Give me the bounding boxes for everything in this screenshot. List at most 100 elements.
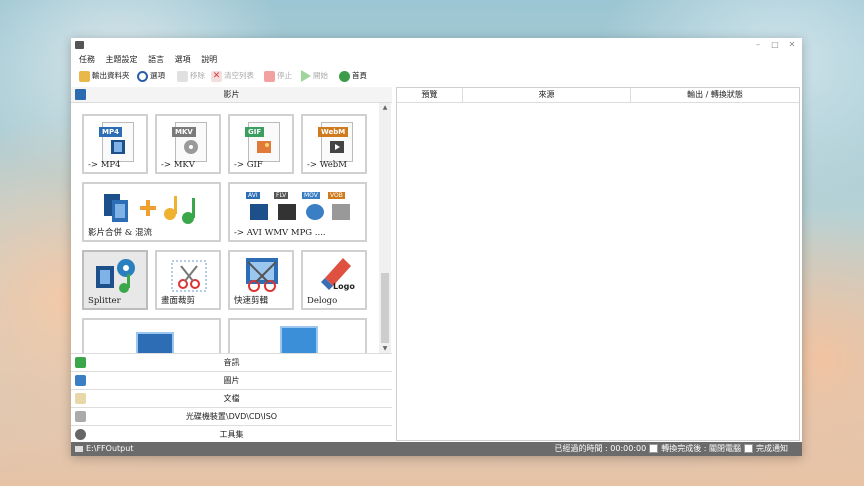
clear-icon: ✕	[211, 70, 222, 82]
toolbar: 輸出資料夾 選項 移除 ✕ 清空列表 停止 開始 首頁	[71, 68, 802, 84]
tile-to-mp4[interactable]: MP4 -> MP4	[82, 114, 148, 174]
remove-button[interactable]: 移除	[177, 68, 205, 84]
document-icon	[75, 393, 86, 404]
folder-small-icon	[75, 445, 83, 452]
delogo-logo-text: Logo	[333, 282, 355, 291]
stop-icon	[264, 70, 275, 82]
webm-file-icon: WebM	[318, 122, 353, 162]
output-path[interactable]: E:\FFOutput	[75, 442, 133, 456]
title-bar: – □ ✕	[71, 38, 802, 52]
category-disc[interactable]: 光碟機裝置\DVD\CD\ISO	[71, 407, 392, 425]
tile-to-webm[interactable]: WebM -> WebM	[301, 114, 367, 174]
crop-icon	[171, 260, 207, 292]
stop-label: 停止	[277, 71, 292, 80]
maximize-button[interactable]: □	[768, 39, 782, 51]
tile-crop[interactable]: 畫面裁剪	[155, 250, 221, 310]
menu-bar: 任務 主題設定 語言 選項 說明	[71, 54, 217, 66]
video-tools-grid: MP4 -> MP4 MKV -> MKV GIF -> GIF WebM ->…	[71, 103, 378, 354]
start-label: 開始	[313, 71, 328, 80]
menu-theme[interactable]: 主題設定	[106, 54, 138, 65]
mp4-file-icon: MP4	[99, 122, 134, 162]
output-folder-label: 輸出資料夾	[92, 71, 130, 80]
video-screen-icon	[136, 332, 174, 354]
notify-label: 完成通知	[756, 444, 788, 453]
scroll-thumb[interactable]	[381, 273, 389, 343]
gif-file-icon: GIF	[245, 122, 280, 162]
tile-to-multi-format[interactable]: AVI FLV MOV VOB -> AVI WMV MPG ....	[228, 182, 367, 242]
tile-label: 影片合併 & 混流	[88, 228, 152, 238]
scroll-up-arrow-icon[interactable]: ▲	[379, 103, 391, 113]
picture-icon	[75, 375, 86, 386]
video-icon	[75, 89, 86, 100]
output-folder-button[interactable]: 輸出資料夾	[79, 68, 130, 84]
menu-help[interactable]: 說明	[201, 54, 217, 65]
webm-tag: WebM	[318, 127, 349, 137]
tile-quick-cut[interactable]: 快速剪輯	[228, 250, 294, 310]
video-play-icon	[280, 326, 318, 354]
remove-label: 移除	[190, 71, 205, 80]
output-path-text: E:\FFOutput	[86, 444, 134, 453]
home-button[interactable]: 首頁	[339, 68, 367, 84]
task-list-header: 預覽 來源 輸出 / 轉換狀態	[397, 88, 799, 103]
vob-tag: VOB	[328, 192, 345, 199]
tile-label: -> WebM	[307, 160, 347, 170]
stop-button[interactable]: 停止	[264, 68, 292, 84]
home-label: 首頁	[352, 71, 367, 80]
after-done-checkbox[interactable]	[649, 444, 659, 453]
mp4-tag: MP4	[99, 127, 122, 137]
tile-label: -> MKV	[161, 160, 195, 170]
start-button[interactable]: 開始	[301, 68, 328, 84]
app-icon	[75, 41, 84, 49]
minimize-button[interactable]: –	[751, 39, 765, 51]
column-preview[interactable]: 預覽	[397, 88, 463, 102]
options-label: 選項	[150, 71, 165, 80]
category-list: 音訊 圖片 文檔 光碟機裝置\DVD\CD\ISO 工具集	[71, 353, 392, 443]
menu-options[interactable]: 選項	[175, 54, 191, 65]
task-list-panel[interactable]: 預覽 來源 輸出 / 轉換狀態	[396, 87, 800, 441]
category-tools[interactable]: 工具集	[71, 425, 392, 443]
tile-row4-right[interactable]	[228, 318, 367, 354]
column-source[interactable]: 來源	[463, 88, 631, 102]
quick-cut-icon	[246, 258, 278, 292]
menu-task[interactable]: 任務	[79, 54, 95, 65]
clear-list-button[interactable]: ✕ 清空列表	[211, 68, 254, 84]
category-image[interactable]: 圖片	[71, 371, 392, 389]
tile-splitter[interactable]: Splitter	[82, 250, 148, 310]
mkv-file-icon: MKV	[172, 122, 207, 162]
video-category-header[interactable]: 影片	[71, 87, 392, 103]
video-header-label: 影片	[223, 90, 240, 99]
flv-tag: FLV	[274, 192, 289, 199]
tile-row4-left[interactable]	[82, 318, 221, 354]
category-document[interactable]: 文檔	[71, 389, 392, 407]
multi-format-icons: AVI FLV MOV VOB	[246, 192, 356, 222]
tile-delogo[interactable]: Logo Delogo	[301, 250, 367, 310]
play-icon	[301, 70, 311, 82]
tile-label: 快速剪輯	[234, 296, 269, 306]
elapsed-time: 已經過的時間 : 00:00:00	[554, 444, 647, 453]
tile-label: -> MP4	[88, 160, 121, 170]
folder-icon	[79, 70, 90, 82]
category-tools-label: 工具集	[219, 430, 244, 439]
tile-merge-mux[interactable]: 影片合併 & 混流	[82, 182, 221, 242]
remove-icon	[177, 70, 188, 82]
menu-language[interactable]: 語言	[148, 54, 164, 65]
splitter-icon	[96, 259, 135, 293]
tile-label: Delogo	[307, 296, 338, 306]
mkv-tag: MKV	[172, 127, 196, 137]
close-button[interactable]: ✕	[785, 39, 799, 51]
category-disc-label: 光碟機裝置\DVD\CD\ISO	[185, 412, 278, 421]
category-audio[interactable]: 音訊	[71, 353, 392, 371]
disc-drive-icon	[75, 411, 86, 422]
film-icon	[111, 140, 125, 154]
category-image-label: 圖片	[223, 376, 240, 385]
tile-to-gif[interactable]: GIF -> GIF	[228, 114, 294, 174]
panel-scrollbar[interactable]: ▲ ▼	[379, 103, 391, 354]
home-icon	[339, 70, 350, 82]
toolbox-icon	[75, 429, 86, 440]
notify-checkbox[interactable]	[744, 444, 753, 453]
options-button[interactable]: 選項	[137, 68, 165, 84]
column-output-status[interactable]: 輸出 / 轉換狀態	[631, 88, 799, 102]
tile-to-mkv[interactable]: MKV -> MKV	[155, 114, 221, 174]
tile-label: -> GIF	[234, 160, 263, 170]
tile-label: -> AVI WMV MPG ....	[234, 228, 326, 238]
